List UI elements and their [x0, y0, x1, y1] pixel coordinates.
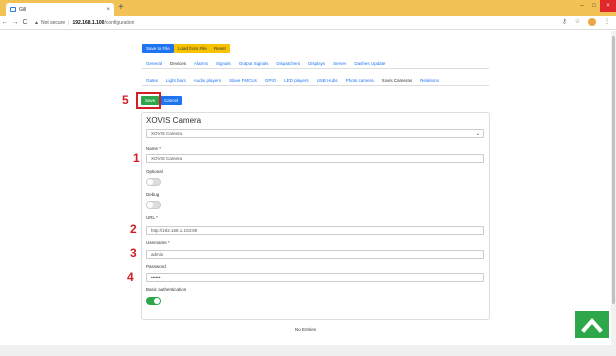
minimize-button[interactable]: –: [576, 0, 588, 12]
menu-dots-icon[interactable]: ⋮: [604, 18, 610, 26]
chevron-down-icon: ⌄: [475, 131, 480, 137]
name-input[interactable]: XOVIS Camera: [146, 154, 484, 163]
tab-title: Gill: [19, 6, 27, 13]
device-tab-slave-fmcus[interactable]: Slave FMCUs: [229, 78, 257, 83]
address-host: 192.168.1.100: [72, 19, 105, 26]
toolbar-right: ⚷ ☆ ⋮: [562, 18, 610, 26]
address-path: /configuration: [104, 19, 135, 26]
scroll-to-top-button[interactable]: [575, 311, 609, 338]
device-tab-gpio[interactable]: GPIO: [265, 78, 276, 83]
device-tab-xovis-cameras[interactable]: Xovis Cameras: [382, 78, 413, 83]
url-label: URL *: [146, 215, 158, 220]
warning-triangle-icon: ▲: [34, 19, 39, 26]
camera-type-select[interactable]: XOVIS Camera ⌄: [146, 129, 484, 138]
device-tab-audio-players[interactable]: Audio players: [194, 78, 221, 83]
toggle-knob: [154, 298, 160, 304]
forward-button[interactable]: →: [10, 19, 20, 26]
browser-toolbar: ← → C ▲ Not secure | 192.168.1.100 /conf…: [0, 16, 616, 30]
device-tabs-underline: [142, 85, 489, 86]
annotation-3: 3: [130, 246, 137, 260]
chevron-up-icon: [581, 317, 603, 333]
device-tab-usb-hubs[interactable]: USB Hubs: [317, 78, 338, 83]
password-label: Password: [146, 264, 166, 269]
device-tabs: Gates Light bars Audio players Slave FMCUs G…: [146, 78, 439, 83]
tab-favicon-icon: [10, 7, 16, 12]
optional-toggle[interactable]: [146, 178, 161, 186]
address-bar[interactable]: ▲ Not secure | 192.168.1.100 /configurat…: [34, 20, 134, 26]
save-to-file-button[interactable]: Save to File: [142, 44, 174, 53]
main-tabs-underline: [142, 68, 489, 69]
xovis-camera-card: [141, 112, 490, 320]
tab-alarms[interactable]: Alarms: [194, 61, 208, 66]
annotation-4: 4: [127, 270, 134, 284]
password-input[interactable]: ••••••: [146, 273, 484, 282]
annotation-1: 1: [133, 151, 140, 165]
tab-displays[interactable]: Displays: [308, 61, 325, 66]
optional-label: Optional: [146, 169, 163, 174]
annotation-5: 5: [122, 93, 129, 107]
no-entries-text: No Entries: [294, 327, 316, 332]
back-button[interactable]: ←: [0, 19, 10, 26]
not-secure-label: Not secure: [40, 19, 66, 26]
basic-auth-label: Basic authentication: [146, 287, 187, 292]
device-tab-photo-camera[interactable]: Photo camera: [346, 78, 374, 83]
browser-tab[interactable]: Gill ×: [6, 3, 114, 16]
tab-server[interactable]: Server: [333, 61, 346, 66]
profile-avatar[interactable]: [588, 18, 596, 26]
reload-button[interactable]: C: [20, 19, 30, 26]
new-tab-button[interactable]: +: [118, 2, 124, 14]
device-tab-gates[interactable]: Gates: [146, 78, 158, 83]
key-icon[interactable]: ⚷: [562, 18, 566, 26]
star-icon[interactable]: ☆: [575, 18, 580, 26]
load-from-file-button[interactable]: Load from File: [174, 44, 211, 53]
camera-type-value: XOVIS Camera: [151, 131, 183, 136]
tab-output-signals[interactable]: Output Signals: [239, 61, 269, 66]
debug-label: Debug: [146, 192, 160, 197]
cancel-button[interactable]: Cancel: [160, 96, 183, 105]
device-tab-relations[interactable]: Relations: [420, 78, 439, 83]
toggle-knob: [147, 179, 153, 185]
save-highlight-box: [136, 92, 161, 109]
device-tab-led-players[interactable]: LED players: [284, 78, 309, 83]
debug-toggle[interactable]: [146, 201, 161, 209]
basic-auth-toggle[interactable]: [146, 297, 161, 305]
maximize-button[interactable]: □: [588, 0, 600, 12]
scrollbar-thumb[interactable]: [612, 36, 615, 304]
annotation-2: 2: [130, 222, 137, 236]
main-tabs: General Devices Alarms Signals Output Signal…: [146, 61, 385, 66]
tab-dispatchers[interactable]: Dispatchers: [276, 61, 300, 66]
toggle-knob: [147, 202, 153, 208]
url-input[interactable]: http://192.168.1.103:80: [146, 226, 484, 235]
name-label: Name *: [146, 146, 162, 151]
close-window-button[interactable]: ×: [600, 0, 616, 12]
device-tab-light-bars[interactable]: Light bars: [166, 78, 186, 83]
tab-close-icon[interactable]: ×: [106, 7, 110, 13]
tab-dashes-update[interactable]: Dashes Update: [354, 61, 385, 66]
username-label: Username *: [146, 240, 170, 245]
card-title: XOVIS Camera: [146, 116, 202, 125]
tab-signals[interactable]: Signals: [216, 61, 231, 66]
address-separator: |: [68, 19, 70, 26]
username-input[interactable]: admin: [146, 250, 484, 259]
tab-general[interactable]: General: [146, 61, 162, 66]
window-controls: – □ ×: [576, 0, 616, 12]
reset-button[interactable]: Reset: [210, 44, 230, 53]
tab-devices[interactable]: Devices: [170, 61, 186, 66]
browser-titlebar: Gill × + – □ ×: [0, 0, 616, 16]
